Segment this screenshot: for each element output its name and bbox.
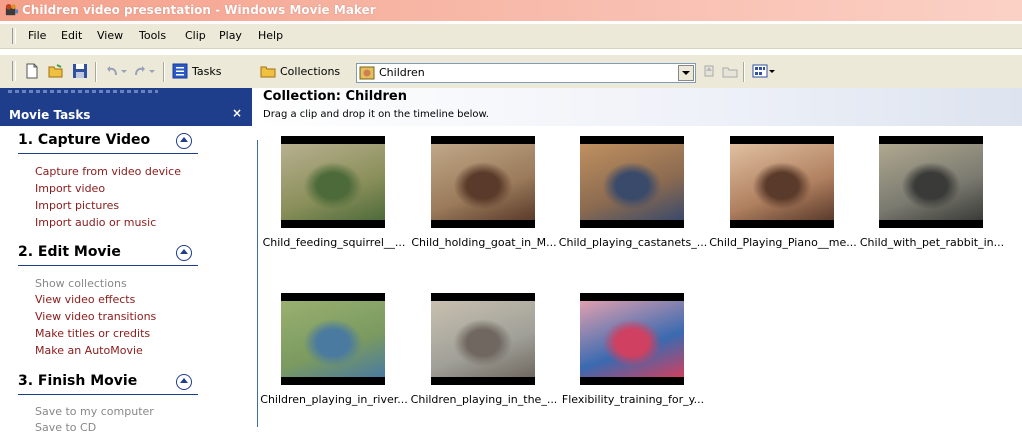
clip-image [431,144,535,220]
collapse-icon[interactable] [176,245,192,261]
open-project-icon[interactable] [48,63,64,79]
clip-name: Child_holding_goat_in_M... [411,236,557,249]
close-icon[interactable]: × [232,106,242,120]
section-divider [18,153,198,154]
clip-image [580,301,684,377]
header-stripe [8,90,158,93]
collection-select[interactable]: Children [356,63,696,83]
clip-image [879,144,983,220]
clip-thumbnail[interactable] [431,136,535,228]
link-make-automovie[interactable]: Make an AutoMovie [35,344,143,357]
toolbar-separator [743,62,745,82]
clip-image [580,144,684,220]
new-collection-folder-icon[interactable] [722,63,738,79]
collection-icon [359,66,375,80]
chevron-down-icon[interactable] [678,65,694,81]
pane-divider [257,140,258,427]
toolbar-separator [163,62,165,82]
clip-name: Child_playing_castanets_... [558,236,708,249]
clip-image [730,144,834,220]
clip-image [281,144,385,220]
clip-thumbnail[interactable] [580,136,684,228]
menu-tools[interactable]: Tools [139,29,166,42]
clip-name: Child_feeding_squirrel__... [262,236,406,249]
link-view-video-transitions[interactable]: View video transitions [35,310,156,323]
up-one-level-icon[interactable] [701,63,717,79]
movie-tasks-header: Movie Tasks × [0,88,252,126]
redo-dropdown-icon[interactable] [148,63,156,79]
collections-folder-icon[interactable] [260,63,276,79]
menu-file[interactable]: File [28,29,46,42]
title-bar: Children video presentation - Windows Mo… [0,0,1022,21]
collection-select-value: Children [379,66,425,79]
toolbar-grip [12,61,16,81]
tasks-icon[interactable] [172,63,188,79]
link-save-to-computer[interactable]: Save to my computer [35,405,154,418]
section-edit-movie[interactable]: 2. Edit Movie [18,244,121,260]
section-finish-movie[interactable]: 3. Finish Movie [18,373,137,389]
link-view-video-effects[interactable]: View video effects [35,293,135,306]
clip-image [281,301,385,377]
link-make-titles-credits[interactable]: Make titles or credits [35,327,150,340]
clip-name: Child_Playing_Piano__me... [709,236,857,249]
clip-name: Children_playing_in_the_... [410,393,558,406]
menu-view[interactable]: View [97,29,123,42]
section-divider [18,265,198,266]
clip-name: Flexibility_training_for_y... [561,393,705,406]
menu-grip [12,28,16,44]
link-import-pictures[interactable]: Import pictures [35,199,119,212]
collapse-icon[interactable] [176,133,192,149]
movie-tasks-title: Movie Tasks [9,108,91,122]
section-divider [18,394,198,395]
new-project-icon[interactable] [24,63,40,79]
undo-dropdown-icon[interactable] [120,63,128,79]
menu-clip[interactable]: Clip [185,29,206,42]
clip-thumbnail[interactable] [879,136,983,228]
clip-name: Children_playing_in_river... [260,393,408,406]
redo-icon[interactable] [132,63,148,79]
clip-thumbnail[interactable] [431,293,535,385]
movie-maker-app-icon [5,3,19,16]
link-capture-from-device[interactable]: Capture from video device [35,165,181,178]
menu-play[interactable]: Play [219,29,242,42]
clip-name: Child_with_pet_rabbit_in... [859,236,1005,249]
toolbar-separator [95,62,97,82]
collections-button[interactable]: Collections [280,65,340,78]
clip-thumbnail[interactable] [281,293,385,385]
link-import-audio[interactable]: Import audio or music [35,216,156,229]
tasks-button[interactable]: Tasks [192,65,221,78]
save-project-icon[interactable] [72,63,88,79]
menu-bar: File Edit View Tools Clip Play Help [0,24,1022,49]
clip-image [431,301,535,377]
collection-instructions: Drag a clip and drop it on the timeline … [263,109,489,120]
clip-thumbnail[interactable] [730,136,834,228]
window-title: Children video presentation - Windows Mo… [22,3,376,17]
menu-edit[interactable]: Edit [61,29,82,42]
collection-title: Collection: Children [263,89,407,104]
toolbar: Tasks Collections Children [0,55,1022,88]
link-show-collections[interactable]: Show collections [35,277,127,290]
collection-header: Collection: Children Drag a clip and dro… [253,88,1022,126]
movie-tasks-pane: Movie Tasks × 1. Capture Video Capture f… [0,88,252,434]
clip-thumbnail[interactable] [281,136,385,228]
clip-thumbnail[interactable] [580,293,684,385]
link-save-to-cd[interactable]: Save to CD [35,421,96,434]
link-import-video[interactable]: Import video [35,182,105,195]
views-icon[interactable] [752,63,768,79]
views-dropdown-icon[interactable] [768,63,776,79]
menu-help[interactable]: Help [258,29,283,42]
undo-icon[interactable] [104,63,120,79]
section-capture-video[interactable]: 1. Capture Video [18,132,150,148]
collapse-icon[interactable] [176,374,192,390]
